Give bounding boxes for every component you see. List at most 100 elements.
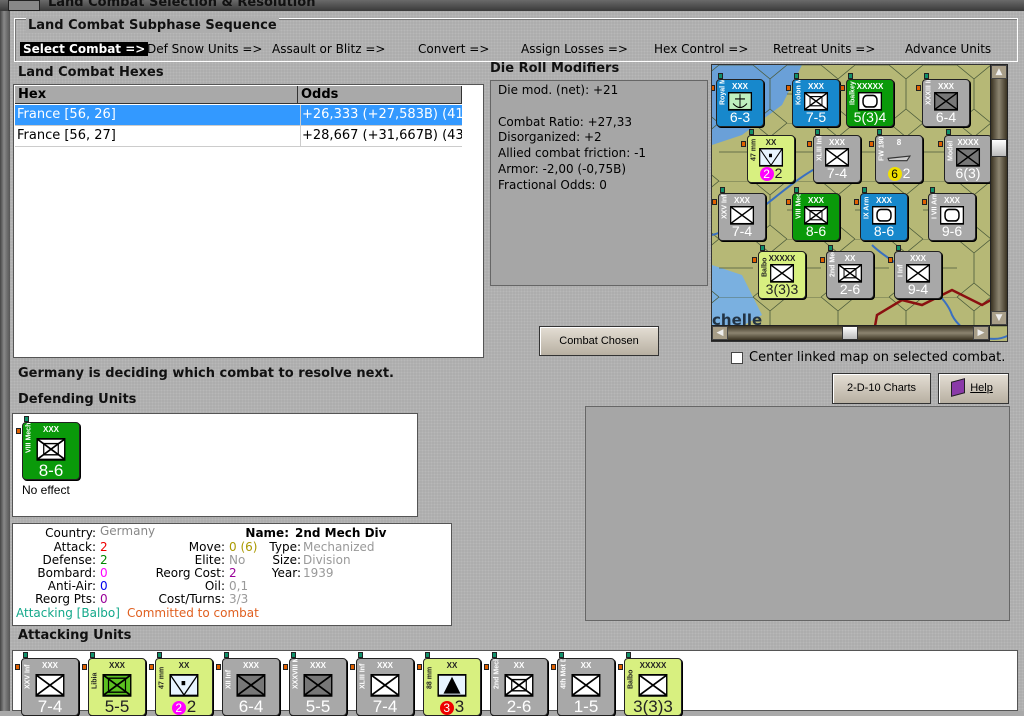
unit-counter[interactable]: XX 2nd Mech Div 2-6 — [490, 658, 548, 716]
unit-counter[interactable]: XXXXX Ibalkey 5(3)4 — [846, 79, 894, 127]
table-row[interactable]: France [56, 26] +26,333 (+27,583B) (41 — [15, 105, 462, 126]
linked-map[interactable]: chelle XXX Royal Mar 6-3 XXX Kolon Mech 7-5 XX… — [711, 64, 1008, 342]
unit-counter[interactable]: XXXX Model 6(3) — [944, 135, 992, 183]
stack-marker — [820, 257, 825, 263]
unit-value-wrap: 2-6 — [491, 698, 547, 715]
stack-marker — [626, 652, 631, 658]
unit-symbol-inf-icon — [571, 674, 601, 697]
stack-marker — [720, 187, 725, 193]
unit-counter[interactable]: XXX Kolon Mech 7-5 — [792, 79, 840, 127]
attacking-units-panel: XXX XXV Inf 7-4 XXX Libia 5-5 XX 47 mm 2 2 XXX XII … — [12, 650, 1018, 716]
unit-value: 3 — [454, 697, 465, 716]
unit-badge: 2 — [759, 167, 774, 181]
step-hex-control: Hex Control => — [654, 42, 749, 56]
unit-size: XXX — [108, 661, 125, 670]
scroll-down-button[interactable]: ▼ — [991, 311, 1007, 325]
unit-name: Model — [947, 141, 955, 162]
stack-marker — [760, 245, 765, 251]
unit-symbol-aa-icon — [437, 674, 467, 697]
scroll-up-button[interactable]: ▲ — [991, 65, 1007, 79]
unit-counter[interactable]: XXX XXV Inf 7-4 — [21, 658, 79, 716]
unit-counter[interactable]: XXX XLIII Inf 7-4 — [813, 135, 861, 183]
unit-value: 7-4 — [37, 697, 63, 716]
combat-hexes-title: Land Combat Hexes — [18, 65, 164, 80]
unit-value-wrap: 9-4 — [895, 281, 941, 298]
scroll-left-button[interactable]: ◀ — [712, 326, 728, 340]
unit-counter[interactable]: XXX IX Arm 8-6 — [860, 193, 908, 241]
horizontal-scroll-thumb[interactable] — [842, 326, 858, 340]
die-roll-modifiers-title: Die Roll Modifiers — [490, 61, 620, 76]
unit-counter[interactable]: XXX XLIII Inf 7-4 — [356, 658, 414, 716]
stack-marker — [224, 652, 229, 658]
unit-value-wrap: 5(3)4 — [847, 109, 893, 126]
unit-counter[interactable]: XXX Libia 5-5 — [88, 658, 146, 716]
map-horizontal-scrollbar[interactable]: ◀ ▶ — [711, 325, 990, 341]
unit-name: XXV Inf — [721, 194, 729, 220]
odds-cell: +28,667 (+31,667B) (43 — [300, 126, 462, 146]
defending-units-panel: XXX VIII Mech 8-6 — [12, 413, 418, 517]
unit-counter[interactable]: XX 2nd Mech Div 2-6 — [826, 251, 874, 299]
stack-marker — [216, 664, 221, 670]
stack-marker — [786, 199, 791, 205]
defender-result: No effect — [22, 483, 70, 497]
unit-counter[interactable]: XXX VIII Mech 8-6 — [792, 193, 840, 241]
unit-counter[interactable]: XX 4th Mot Div 1-5 — [557, 658, 615, 716]
unit-value: 7-4 — [731, 223, 753, 239]
stack-marker — [484, 664, 489, 670]
scroll-right-button[interactable]: ▶ — [973, 326, 989, 340]
unit-value: 8-6 — [38, 461, 64, 480]
column-header-odds[interactable]: Odds — [298, 86, 462, 104]
unit-info-panel: Country: Germany Attack: 2 Defense: 2 Bomba… — [12, 523, 452, 626]
unit-counter[interactable]: XXX XXV Inf 7-4 — [718, 193, 766, 241]
unit-name: Kolon Mech — [795, 79, 803, 106]
window-title: Land Combat Selection & Resolution — [48, 0, 316, 10]
center-map-label[interactable]: Center linked map on selected combat. — [749, 350, 1005, 365]
stack-marker — [815, 129, 820, 135]
step-retreat-units: Retreat Units => — [773, 42, 876, 56]
unit-value: 9-6 — [941, 223, 963, 239]
unit-name: 47 mm — [158, 666, 166, 689]
unit-counter[interactable]: XXX Royal Mar 6-3 — [716, 79, 764, 127]
unit-value-wrap: 22 — [156, 698, 212, 715]
unit-counter[interactable]: XXX XXXIII Inf 6-4 — [922, 79, 970, 127]
column-header-hex[interactable]: Hex — [15, 86, 298, 104]
unit-value-wrap: 2-6 — [827, 281, 873, 298]
unit-counter[interactable]: XXX XII Inf 6-4 — [222, 658, 280, 716]
stack-marker — [712, 85, 715, 91]
charts-button[interactable]: 2-D-10 Charts — [832, 373, 931, 404]
unit-counter[interactable]: XX 47 mm 2 2 — [155, 658, 213, 716]
unit-counter[interactable]: XXX VIII Mech 8-6 — [22, 422, 80, 480]
unit-name: 2nd Mech Div — [493, 658, 501, 689]
center-map-checkbox[interactable] — [731, 352, 743, 364]
stack-marker — [828, 245, 833, 251]
table-row[interactable]: France [56, 27] +28,667 (+31,667B) (43 — [15, 126, 462, 147]
window-frame — [0, 11, 10, 711]
unit-counter[interactable]: XXX I VII Arm 9-6 — [928, 193, 976, 241]
reorg-pts-label: Reorg Pts: — [35, 592, 96, 606]
unit-symbol-atk-icon — [169, 674, 199, 697]
cost-turns-label: Cost/Turns: — [158, 592, 225, 606]
vertical-scroll-thumb[interactable] — [991, 139, 1007, 157]
unit-counter[interactable]: XXXXX Balbo 3(3)3 — [624, 658, 682, 716]
unit-counter[interactable]: 8 FW 190 A-8 6 2 — [875, 135, 923, 183]
unit-counter[interactable]: XX 47 mm 2 2 — [747, 135, 795, 183]
unit-value: 9-4 — [907, 281, 929, 297]
year-label: Year: — [271, 566, 301, 580]
unit-value-wrap: 8-6 — [793, 223, 839, 240]
combat-chosen-button[interactable]: Combat Chosen — [539, 326, 659, 356]
unit-counter[interactable]: XXX I Inf 9-4 — [894, 251, 942, 299]
stack-marker — [15, 664, 20, 670]
stack-marker — [848, 73, 853, 79]
map-vertical-scrollbar[interactable]: ▲ ▼ — [990, 64, 1008, 326]
stack-marker — [862, 187, 867, 193]
step-def-snow-units: Def Snow Units => — [147, 42, 263, 56]
unit-value-wrap: 6-4 — [223, 698, 279, 715]
system-menu-button[interactable] — [8, 0, 40, 11]
unit-symbol-inf-icon — [370, 674, 400, 697]
unit-counter[interactable]: XXX XXXVIII Mot 5-5 — [289, 658, 347, 716]
unit-value-wrap: 7-4 — [22, 698, 78, 715]
unit-counter[interactable]: XXXXX Balbo 3(3)3 — [758, 251, 806, 299]
unit-counter[interactable]: XX 88 mm 3 3 — [423, 658, 481, 716]
help-button[interactable]: Help — [938, 373, 1009, 404]
unit-symbol-inf-dark-icon — [236, 674, 266, 697]
